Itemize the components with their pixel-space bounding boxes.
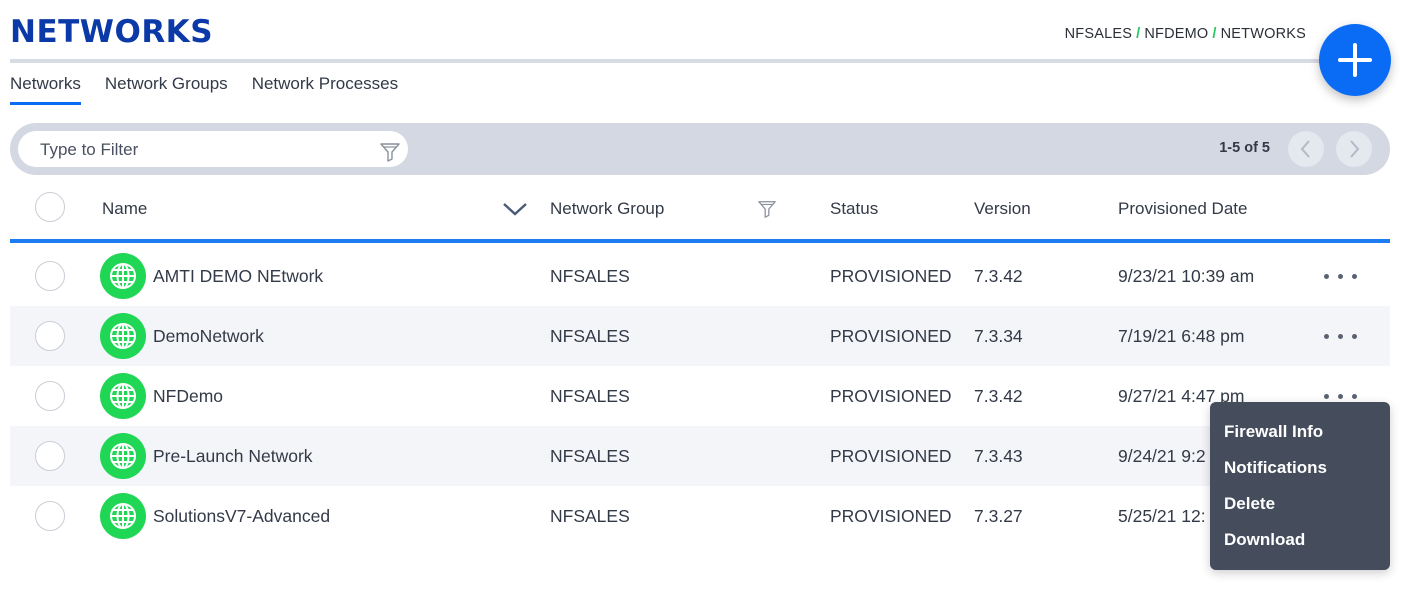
next-page-button[interactable] [1336, 131, 1372, 167]
column-header-version[interactable]: Version [974, 199, 1031, 219]
more-actions-icon[interactable] [1322, 330, 1362, 342]
menu-item-notifications[interactable]: Notifications [1210, 456, 1390, 492]
network-group: NFSALES [550, 266, 630, 286]
provisioned-date: 7/19/21 6:48 pm [1118, 326, 1245, 346]
network-group: NFSALES [550, 326, 630, 346]
menu-item-delete[interactable]: Delete [1210, 492, 1390, 528]
network-version: 7.3.34 [974, 326, 1023, 346]
network-name[interactable]: Pre-Launch Network [153, 446, 313, 467]
row-checkbox[interactable] [35, 321, 65, 351]
row-checkbox[interactable] [35, 441, 65, 471]
column-header-name[interactable]: Name [102, 199, 147, 219]
filter-bar: Type to Filter 1-5 of 5 [10, 123, 1390, 175]
table-row[interactable]: Pre-Launch Network NFSALES PROVISIONED 7… [10, 426, 1390, 486]
tab-networks[interactable]: Networks [10, 74, 81, 105]
chevron-right-icon [1350, 140, 1360, 158]
more-actions-icon[interactable] [1322, 270, 1362, 282]
network-group: NFSALES [550, 506, 630, 526]
menu-item-download[interactable]: Download [1210, 528, 1390, 564]
tab-network-processes[interactable]: Network Processes [252, 74, 398, 105]
breadcrumb: NFSALES / NFDEMO / NETWORKS [1065, 26, 1306, 42]
more-actions-icon[interactable] [1322, 390, 1362, 402]
provisioned-date: 5/25/21 12: [1118, 506, 1206, 526]
column-header-status[interactable]: Status [830, 199, 878, 219]
previous-page-button[interactable] [1288, 131, 1324, 167]
network-status: PROVISIONED [830, 326, 952, 346]
network-status: PROVISIONED [830, 386, 952, 406]
filter-icon[interactable] [379, 141, 401, 168]
tab-network-groups[interactable]: Network Groups [105, 74, 228, 105]
table-row[interactable]: AMTI DEMO NEtwork NFSALES PROVISIONED 7.… [10, 246, 1390, 306]
breadcrumb-separator: / [1136, 26, 1141, 42]
network-version: 7.3.42 [974, 266, 1023, 286]
select-all-checkbox[interactable] [35, 192, 65, 222]
pagination-count: 1-5 of 5 [1219, 140, 1270, 156]
column-header-provisioned-date[interactable]: Provisioned Date [1118, 199, 1247, 219]
provisioned-date: 9/23/21 10:39 am [1118, 266, 1255, 286]
filter-input[interactable]: Type to Filter [18, 131, 408, 167]
network-version: 7.3.43 [974, 446, 1023, 466]
network-status: PROVISIONED [830, 266, 952, 286]
column-header-network-group[interactable]: Network Group [550, 199, 664, 219]
row-checkbox[interactable] [35, 501, 65, 531]
network-name[interactable]: NFDemo [153, 386, 223, 407]
table-row[interactable]: SolutionsV7-Advanced NFSALES PROVISIONED… [10, 486, 1390, 546]
network-group: NFSALES [550, 386, 630, 406]
breadcrumb-item[interactable]: NFSALES [1065, 26, 1132, 42]
network-status: PROVISIONED [830, 506, 952, 526]
globe-icon [100, 313, 146, 359]
network-version: 7.3.42 [974, 386, 1023, 406]
globe-icon [100, 433, 146, 479]
table-row[interactable]: DemoNetwork NFSALES PROVISIONED 7.3.34 7… [10, 306, 1390, 366]
tab-bar: Networks Network Groups Network Processe… [10, 74, 398, 105]
network-group: NFSALES [550, 446, 630, 466]
network-name[interactable]: DemoNetwork [153, 326, 264, 347]
column-filter-icon[interactable] [757, 199, 777, 224]
title-divider [10, 59, 1345, 63]
network-name[interactable]: SolutionsV7-Advanced [153, 506, 330, 527]
globe-icon [100, 373, 146, 419]
network-name[interactable]: AMTI DEMO NEtwork [153, 266, 323, 287]
globe-icon [100, 493, 146, 539]
network-status: PROVISIONED [830, 446, 952, 466]
row-actions-menu: Firewall Info Notifications Delete Downl… [1210, 402, 1390, 570]
sort-chevron-down-icon[interactable] [502, 201, 528, 222]
row-checkbox[interactable] [35, 381, 65, 411]
provisioned-date: 9/24/21 9:2 [1118, 446, 1206, 466]
page-title: NETWORKS [10, 14, 214, 50]
row-checkbox[interactable] [35, 261, 65, 291]
table-row[interactable]: NFDemo NFSALES PROVISIONED 7.3.42 9/27/2… [10, 366, 1390, 426]
breadcrumb-item-current: NETWORKS [1220, 26, 1306, 42]
chevron-left-icon [1300, 140, 1310, 158]
menu-item-firewall-info[interactable]: Firewall Info [1210, 420, 1390, 456]
breadcrumb-separator: / [1212, 26, 1217, 42]
globe-icon [100, 253, 146, 299]
breadcrumb-item[interactable]: NFDEMO [1144, 26, 1208, 42]
filter-placeholder: Type to Filter [40, 140, 139, 159]
network-version: 7.3.27 [974, 506, 1023, 526]
add-network-button[interactable] [1319, 24, 1391, 96]
table-header: Name Network Group Status Version Provis… [10, 187, 1390, 243]
